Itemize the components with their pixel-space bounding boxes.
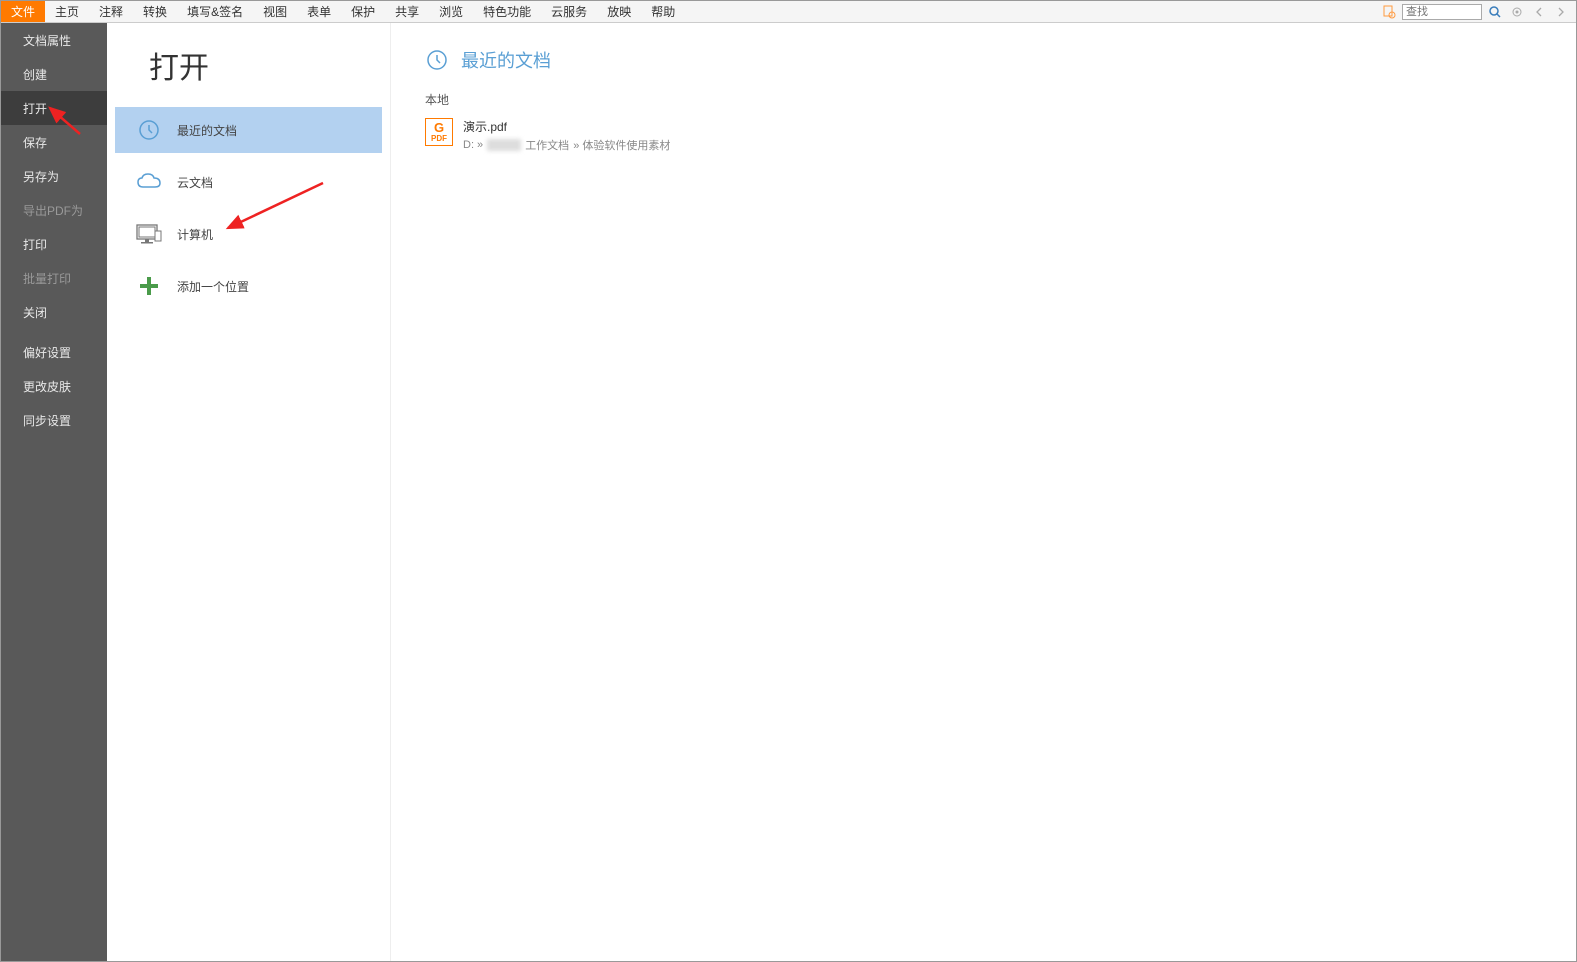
menubar-right [1380, 1, 1576, 22]
plus-icon [135, 272, 163, 300]
sidebar-print[interactable]: 打印 [1, 227, 107, 261]
sidebar-doc-properties[interactable]: 文档属性 [1, 23, 107, 57]
clock-icon [135, 116, 163, 144]
menu-help[interactable]: 帮助 [641, 1, 685, 22]
sidebar-batch-print[interactable]: 批量打印 [1, 261, 107, 295]
computer-icon [135, 220, 163, 248]
menu-slideshow[interactable]: 放映 [597, 1, 641, 22]
menu-file[interactable]: 文件 [1, 1, 45, 22]
sidebar-create[interactable]: 创建 [1, 57, 107, 91]
menu-fill-sign[interactable]: 填写&签名 [177, 1, 253, 22]
location-label: 计算机 [177, 226, 213, 243]
file-info: 演示.pdf D: » xxxx 工作文档 » 体验软件使用素材 [463, 118, 670, 153]
section-local: 本地 [425, 91, 1542, 108]
recent-file-item[interactable]: G PDF 演示.pdf D: » xxxx 工作文档 » 体验软件使用素材 [425, 114, 1542, 157]
clock-icon [425, 48, 449, 72]
sidebar-export-pdf[interactable]: 导出PDF为 [1, 193, 107, 227]
file-name: 演示.pdf [463, 118, 670, 135]
menu-annotate[interactable]: 注释 [89, 1, 133, 22]
content-area: 最近的文档 本地 G PDF 演示.pdf D: » xxxx 工作文档 » 体… [391, 23, 1576, 961]
subpanel-title: 打开 [107, 43, 390, 107]
sidebar-save[interactable]: 保存 [1, 125, 107, 159]
file-path: D: » xxxx 工作文档 » 体验软件使用素材 [463, 137, 670, 153]
menu-view[interactable]: 视图 [253, 1, 297, 22]
menu-protect[interactable]: 保护 [341, 1, 385, 22]
sidebar-sync[interactable]: 同步设置 [1, 403, 107, 437]
menu-bar: 文件 主页 注释 转换 填写&签名 视图 表单 保护 共享 浏览 特色功能 云服… [1, 1, 1576, 23]
nav-next-icon[interactable] [1552, 3, 1570, 21]
search-input[interactable] [1402, 4, 1482, 20]
cloud-icon [135, 168, 163, 196]
sidebar-preferences[interactable]: 偏好设置 [1, 335, 107, 369]
location-label: 云文档 [177, 174, 213, 191]
nav-prev-icon[interactable] [1530, 3, 1548, 21]
pdf-file-icon: G PDF [425, 118, 453, 146]
location-cloud[interactable]: 云文档 [115, 159, 382, 205]
sidebar-open[interactable]: 打开 [1, 91, 107, 125]
menu-features[interactable]: 特色功能 [473, 1, 541, 22]
menu-browse[interactable]: 浏览 [429, 1, 473, 22]
content-title: 最近的文档 [461, 47, 551, 73]
search-page-icon[interactable] [1380, 3, 1398, 21]
location-label: 最近的文档 [177, 122, 237, 139]
settings-gear-icon[interactable] [1508, 3, 1526, 21]
file-sidebar: 文档属性 创建 打开 保存 另存为 导出PDF为 打印 批量打印 关闭 偏好设置… [1, 23, 107, 961]
location-recent[interactable]: 最近的文档 [115, 107, 382, 153]
search-icon[interactable] [1486, 3, 1504, 21]
menu-home[interactable]: 主页 [45, 1, 89, 22]
menu-cloud[interactable]: 云服务 [541, 1, 597, 22]
sidebar-skin[interactable]: 更改皮肤 [1, 369, 107, 403]
location-computer[interactable]: 计算机 [115, 211, 382, 257]
sidebar-save-as[interactable]: 另存为 [1, 159, 107, 193]
menu-share[interactable]: 共享 [385, 1, 429, 22]
location-label: 添加一个位置 [177, 278, 249, 295]
content-header: 最近的文档 [425, 47, 1542, 73]
main-body: 文档属性 创建 打开 保存 另存为 导出PDF为 打印 批量打印 关闭 偏好设置… [1, 23, 1576, 961]
sidebar-close[interactable]: 关闭 [1, 295, 107, 329]
menu-form[interactable]: 表单 [297, 1, 341, 22]
open-subpanel: 打开 最近的文档 云文档 计算机 [107, 23, 391, 961]
location-add[interactable]: 添加一个位置 [115, 263, 382, 309]
menu-convert[interactable]: 转换 [133, 1, 177, 22]
app-window: 文件 主页 注释 转换 填写&签名 视图 表单 保护 共享 浏览 特色功能 云服… [0, 0, 1577, 962]
